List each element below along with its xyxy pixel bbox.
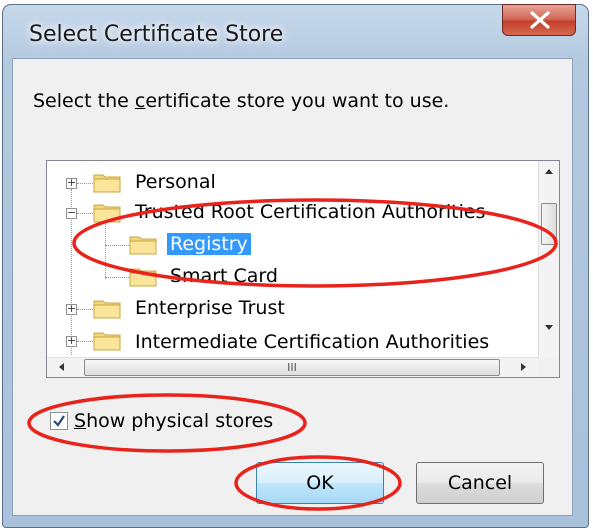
tree-item-enterprise-trust[interactable]: + Enterprise Trust <box>47 295 537 327</box>
tree-item-label: Registry <box>167 233 251 255</box>
close-icon <box>530 11 550 29</box>
folder-icon <box>129 236 157 255</box>
show-physical-stores-checkbox[interactable] <box>50 412 68 430</box>
tree-item-trusted-root[interactable]: − Trusted Root Certification Authorities <box>47 199 537 231</box>
instruction-text: Select the certificate store you want to… <box>33 90 450 112</box>
folder-icon <box>93 174 121 193</box>
scroll-left-icon[interactable] <box>59 363 64 371</box>
tree-item-intermediate[interactable]: + Intermediate Certification Authorities <box>47 327 537 357</box>
tree-item-label: Intermediate Certification Authorities <box>135 331 490 353</box>
scroll-down-icon[interactable] <box>545 325 553 330</box>
tree-item-registry[interactable]: Registry <box>47 231 537 263</box>
show-physical-stores-label[interactable]: Show physical stores <box>74 410 273 432</box>
folder-icon <box>93 332 121 351</box>
vertical-scrollbar[interactable] <box>538 161 559 359</box>
cancel-button[interactable]: Cancel <box>416 462 544 504</box>
expand-icon[interactable]: + <box>66 335 77 347</box>
vertical-scroll-thumb[interactable] <box>541 203 557 245</box>
folder-icon <box>93 300 121 319</box>
window-title: Select Certificate Store <box>29 22 284 47</box>
tree-item-smart-card[interactable]: Smart Card <box>47 263 537 295</box>
scroll-right-icon[interactable] <box>521 363 526 371</box>
folder-icon <box>93 204 121 223</box>
expand-icon[interactable]: + <box>66 177 77 189</box>
collapse-icon[interactable]: − <box>66 207 77 219</box>
scrollbar-corner <box>538 357 559 377</box>
expand-icon[interactable]: + <box>66 303 77 315</box>
horizontal-scrollbar[interactable]: III <box>47 357 540 377</box>
close-button[interactable] <box>502 4 576 36</box>
horizontal-scroll-thumb[interactable]: III <box>84 359 500 376</box>
tree-item-label: Trusted Root Certification Authorities <box>135 201 486 223</box>
tree-item-label: Smart Card <box>170 265 278 287</box>
tree-item-label: Personal <box>135 171 216 193</box>
folder-icon <box>129 268 157 287</box>
checkmark-icon <box>53 415 65 427</box>
certificate-store-tree[interactable]: + Personal − Trusted Root Certification … <box>46 160 560 378</box>
ok-button[interactable]: OK <box>256 462 384 504</box>
tree-item-personal[interactable]: + Personal <box>47 169 537 201</box>
scroll-up-icon[interactable] <box>545 169 553 174</box>
tree-item-label: Enterprise Trust <box>135 297 285 319</box>
